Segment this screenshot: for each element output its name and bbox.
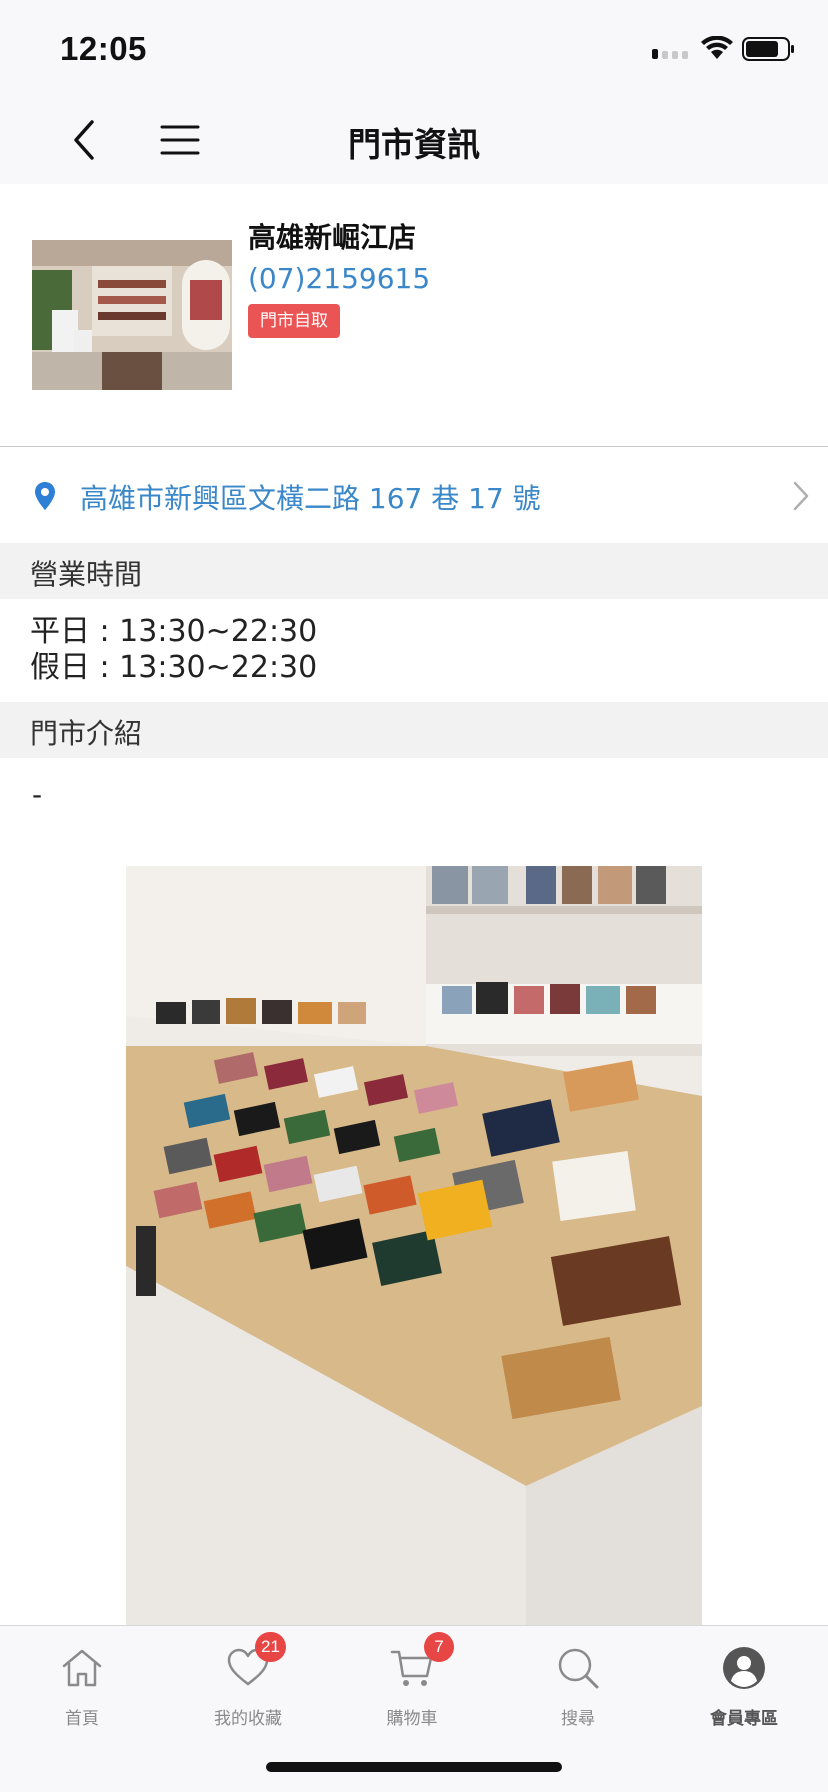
home-indicator[interactable] xyxy=(266,1762,562,1772)
status-time: 12:05 xyxy=(60,30,147,67)
business-hours-title: 營業時間 xyxy=(30,558,143,591)
chevron-right-icon xyxy=(793,481,809,511)
store-intro-title: 門市介紹 xyxy=(30,717,143,750)
location-pin-icon xyxy=(35,482,55,510)
business-hours-header: 營業時間 xyxy=(0,543,828,599)
tab-favorites-label: 我的收藏 xyxy=(214,1709,282,1729)
page-title: 門市資訊 xyxy=(348,125,480,164)
tab-cart[interactable]: 7 購物車 xyxy=(342,1632,482,1736)
profile-icon xyxy=(723,1647,765,1689)
app-screen: 12:05 門市資訊 高雄新崛江店 (07)2159615 門市自取 高雄市新興… xyxy=(0,0,828,1792)
search-icon xyxy=(558,1648,599,1689)
favorites-count-badge: 21 xyxy=(255,1632,286,1662)
wifi-icon xyxy=(701,36,733,59)
tab-search-label: 搜尋 xyxy=(561,1709,595,1729)
cellular-signal-icon xyxy=(652,49,688,59)
store-pickup-badge: 門市自取 xyxy=(248,304,340,338)
store-intro-header: 門市介紹 xyxy=(0,702,828,758)
store-address: 高雄市新興區文橫二路 167 巷 17 號 xyxy=(80,482,541,515)
store-thumbnail-image xyxy=(32,240,232,390)
holiday-hours: 假日 : 13:30~22:30 xyxy=(30,650,318,685)
store-intro-text: - xyxy=(32,778,43,811)
store-phone-link[interactable]: (07)2159615 xyxy=(248,262,430,295)
address-row[interactable]: 高雄市新興區文橫二路 167 巷 17 號 xyxy=(0,447,828,543)
tab-favorites[interactable]: 21 我的收藏 xyxy=(178,1632,318,1736)
tab-cart-label: 購物車 xyxy=(386,1709,438,1729)
store-header: 高雄新崛江店 (07)2159615 門市自取 xyxy=(0,184,828,446)
weekday-hours: 平日 : 13:30~22:30 xyxy=(30,614,318,649)
status-bar: 12:05 xyxy=(0,0,828,96)
cart-count-badge: 7 xyxy=(424,1632,454,1662)
business-hours: 平日 : 13:30~22:30 假日 : 13:30~22:30 xyxy=(30,614,317,686)
tab-home-label: 首頁 xyxy=(65,1709,99,1729)
tab-home[interactable]: 首頁 xyxy=(12,1646,152,1736)
battery-icon xyxy=(742,37,794,61)
tab-member[interactable]: 會員專區 xyxy=(674,1646,814,1736)
home-icon xyxy=(62,1649,102,1687)
tab-search[interactable]: 搜尋 xyxy=(508,1646,648,1736)
store-name: 高雄新崛江店 xyxy=(248,221,417,254)
navigation-bar: 門市資訊 xyxy=(0,96,828,184)
store-interior-photo xyxy=(126,866,702,1626)
tab-member-label: 會員專區 xyxy=(710,1709,778,1729)
